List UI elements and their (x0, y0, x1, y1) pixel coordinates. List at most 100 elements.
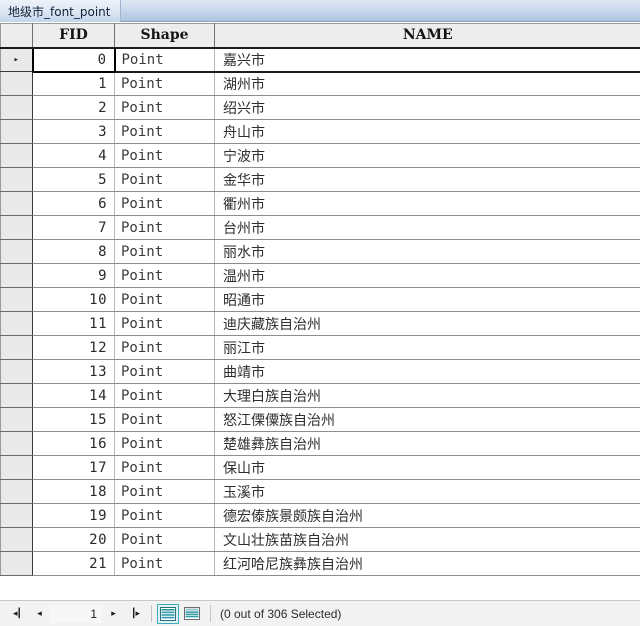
cell-fid[interactable]: 17 (32, 455, 115, 480)
row-selector-cell[interactable] (0, 503, 33, 528)
cell-shape[interactable]: Point (114, 479, 215, 504)
cell-fid[interactable]: 4 (32, 143, 115, 168)
cell-name[interactable]: 丽江市 (214, 335, 640, 360)
table-row[interactable]: 11 Point 迪庆藏族自治州 (0, 311, 640, 336)
cell-shape[interactable]: Point (114, 167, 215, 192)
row-selector-cell[interactable] (0, 335, 33, 360)
last-record-button[interactable]: ┃▸ (124, 604, 146, 624)
cell-name[interactable]: 舟山市 (214, 119, 640, 144)
cell-shape[interactable]: Point (114, 431, 215, 456)
cell-fid[interactable]: 13 (32, 359, 115, 384)
cell-shape[interactable]: Point (114, 359, 215, 384)
row-selector-cell[interactable] (0, 263, 33, 288)
table-row[interactable]: 2 Point 绍兴市 (0, 95, 640, 120)
table-row[interactable]: 8 Point 丽水市 (0, 239, 640, 264)
table-row[interactable]: 5 Point 金华市 (0, 167, 640, 192)
row-selector-cell[interactable] (0, 95, 33, 120)
row-selector-cell[interactable] (0, 455, 33, 480)
previous-record-button[interactable]: ◂ (28, 604, 50, 624)
row-selector-cell[interactable] (0, 383, 33, 408)
cell-name[interactable]: 台州市 (214, 215, 640, 240)
cell-name[interactable]: 嘉兴市 (214, 47, 640, 73)
cell-fid[interactable]: 7 (32, 215, 115, 240)
row-selector-cell[interactable] (0, 167, 33, 192)
tab-layer-attribute-table[interactable]: 地级市_font_point (0, 0, 122, 22)
table-row[interactable]: 7 Point 台州市 (0, 215, 640, 240)
cell-fid[interactable]: 8 (32, 239, 115, 264)
table-row[interactable]: 18 Point 玉溪市 (0, 479, 640, 504)
row-selector-cell[interactable] (0, 191, 33, 216)
row-selector-cell[interactable] (0, 479, 33, 504)
cell-shape[interactable]: Point (114, 455, 215, 480)
cell-fid[interactable]: 2 (32, 95, 115, 120)
attribute-grid-container[interactable]: FID Shape NAME ▸ 0 Point 嘉兴市 1 Point 湖州市 2 Point… (0, 22, 640, 600)
cell-name[interactable]: 德宏傣族景颇族自治州 (214, 503, 640, 528)
cell-shape[interactable]: Point (114, 383, 215, 408)
table-row[interactable]: 16 Point 楚雄彝族自治州 (0, 431, 640, 456)
table-row[interactable]: 19 Point 德宏傣族景颇族自治州 (0, 503, 640, 528)
cell-fid[interactable]: 5 (32, 167, 115, 192)
cell-name[interactable]: 玉溪市 (214, 479, 640, 504)
cell-name[interactable]: 迪庆藏族自治州 (214, 311, 640, 336)
row-selector-cell[interactable] (0, 119, 33, 144)
cell-name[interactable]: 昭通市 (214, 287, 640, 312)
table-row[interactable]: 6 Point 衢州市 (0, 191, 640, 216)
cell-name[interactable]: 温州市 (214, 263, 640, 288)
cell-shape[interactable]: Point (114, 311, 215, 336)
cell-fid[interactable]: 20 (32, 527, 115, 552)
table-row[interactable]: 14 Point 大理白族自治州 (0, 383, 640, 408)
table-row[interactable]: ▸ 0 Point 嘉兴市 (0, 46, 640, 73)
cell-name[interactable]: 绍兴市 (214, 95, 640, 120)
cell-name[interactable]: 红河哈尼族彝族自治州 (214, 551, 640, 576)
table-row[interactable]: 9 Point 温州市 (0, 263, 640, 288)
table-row[interactable]: 17 Point 保山市 (0, 455, 640, 480)
cell-shape[interactable]: Point (114, 47, 215, 73)
row-selector-cell[interactable] (0, 551, 33, 576)
cell-fid[interactable]: 12 (32, 335, 115, 360)
cell-fid[interactable]: 9 (32, 263, 115, 288)
table-row[interactable]: 1 Point 湖州市 (0, 71, 640, 96)
table-view-icon[interactable] (157, 603, 179, 624)
cell-shape[interactable]: Point (114, 119, 215, 144)
cell-shape[interactable]: Point (114, 95, 215, 120)
cell-name[interactable]: 丽水市 (214, 239, 640, 264)
cell-name[interactable]: 楚雄彝族自治州 (214, 431, 640, 456)
cell-fid[interactable]: 3 (32, 119, 115, 144)
cell-name[interactable]: 文山壮族苗族自治州 (214, 527, 640, 552)
cell-name[interactable]: 怒江傈僳族自治州 (214, 407, 640, 432)
cell-name[interactable]: 曲靖市 (214, 359, 640, 384)
cell-fid[interactable]: 1 (32, 71, 115, 96)
cell-name[interactable]: 金华市 (214, 167, 640, 192)
table-row[interactable]: 20 Point 文山壮族苗族自治州 (0, 527, 640, 552)
cell-fid[interactable]: 10 (32, 287, 115, 312)
row-selector-cell[interactable] (0, 311, 33, 336)
cell-shape[interactable]: Point (114, 527, 215, 552)
row-selector-cell[interactable] (0, 359, 33, 384)
column-header-fid[interactable]: FID (32, 23, 115, 49)
cell-shape[interactable]: Point (114, 191, 215, 216)
next-record-button[interactable]: ▸ (102, 604, 124, 624)
cell-shape[interactable]: Point (114, 407, 215, 432)
row-selector-cell[interactable] (0, 143, 33, 168)
cell-shape[interactable]: Point (114, 335, 215, 360)
table-row[interactable]: 12 Point 丽江市 (0, 335, 640, 360)
cell-fid[interactable]: 0 (31, 46, 116, 73)
cell-shape[interactable]: Point (114, 215, 215, 240)
table-row[interactable]: 15 Point 怒江傈僳族自治州 (0, 407, 640, 432)
cell-fid[interactable]: 16 (32, 431, 115, 456)
cell-fid[interactable]: 19 (32, 503, 115, 528)
cell-shape[interactable]: Point (114, 239, 215, 264)
cell-name[interactable]: 保山市 (214, 455, 640, 480)
cell-name[interactable]: 大理白族自治州 (214, 383, 640, 408)
first-record-button[interactable]: ◂┃ (6, 604, 28, 624)
cell-shape[interactable]: Point (114, 71, 215, 96)
row-selector-cell[interactable]: ▸ (0, 47, 33, 72)
cell-fid[interactable]: 6 (32, 191, 115, 216)
cell-fid[interactable]: 15 (32, 407, 115, 432)
cell-fid[interactable]: 21 (32, 551, 115, 576)
row-selector-cell[interactable] (0, 407, 33, 432)
cell-shape[interactable]: Point (114, 263, 215, 288)
row-selector-cell[interactable] (0, 71, 33, 96)
table-row[interactable]: 4 Point 宁波市 (0, 143, 640, 168)
row-selector-cell[interactable] (0, 431, 33, 456)
